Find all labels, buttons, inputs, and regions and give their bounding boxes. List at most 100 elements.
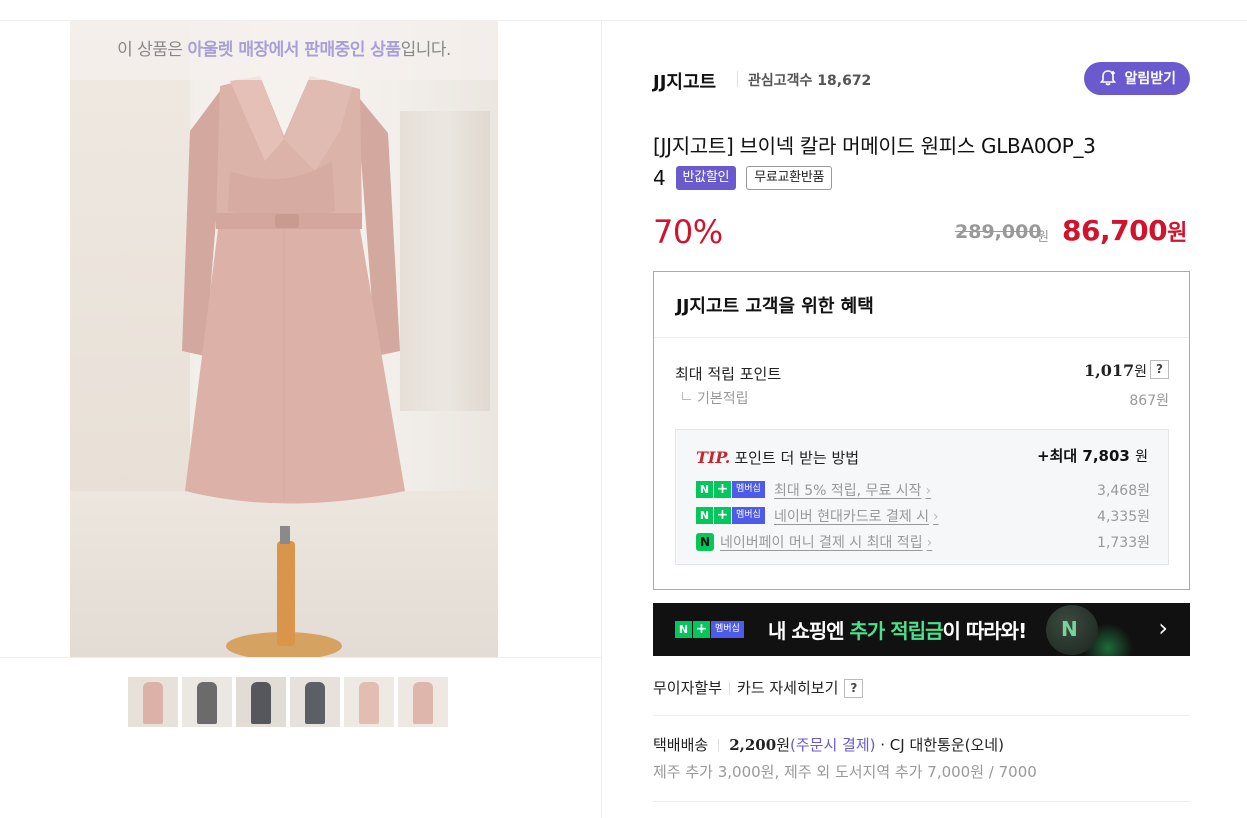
points-help-icon[interactable]: ? (1150, 360, 1169, 379)
card-details-link[interactable]: 카드 자세히보기 (737, 679, 838, 697)
notice-text-pre: 이 상품은 (117, 40, 188, 60)
benefit-heading: JJ지고트 고객을 위한 혜택 (654, 272, 1189, 338)
bell-plus-icon (1100, 70, 1117, 86)
tip-row-amount: 4,335원 (1097, 509, 1150, 525)
chevron-right-icon: › (1158, 614, 1168, 642)
notice-highlight: 아울렛 매장에서 판매중인 상품 (187, 40, 401, 60)
base-points-value: 867원 (1129, 393, 1169, 409)
shipping-carrier: · CJ 대한통운(오네) (875, 736, 1004, 754)
shipping-label: 택배배송 (653, 736, 709, 754)
coin-mark: N (1061, 617, 1078, 641)
thumbnail[interactable] (290, 677, 340, 727)
plus-mark: + (714, 481, 731, 498)
tip-row-naverpay[interactable]: N 네이버페이 머니 결제 시 최대 적립 › 1,733원 (696, 532, 1150, 552)
naver-pay-icon: N (696, 533, 714, 551)
shipping-fee-unit: 원 (776, 736, 790, 754)
plus-mark: + (693, 621, 710, 638)
installment-divider (653, 715, 1190, 716)
tip-row-text[interactable]: 네이버 현대카드로 결제 시 › (774, 506, 939, 526)
base-points-text: 기본적립 (697, 391, 749, 407)
thumbnail-dress (413, 682, 433, 724)
tip-row-label: 최대 5% 적립, 무료 시작 (774, 483, 922, 499)
plus-mark: + (714, 507, 731, 524)
shipping-separator (718, 739, 720, 752)
notify-label: 알림받기 (1124, 70, 1176, 86)
base-points-label: 기본적립 (682, 388, 749, 408)
column-divider (601, 20, 602, 818)
product-title: [JJ지고트] 브이넥 칼라 머메이드 원피스 GLBA0OP_3 4 반값할인… (653, 130, 1193, 194)
discount-rate: 70% (653, 213, 723, 251)
sale-price: 86,700원 (1062, 214, 1187, 247)
shipping-extra-fee: 제주 추가 3,000원, 제주 외 도서지역 추가 7,000원 / 7000 (653, 763, 1037, 781)
shipping-row: 택배배송 2,200원(주문시 결제) · CJ 대한통운(오네) (653, 734, 1004, 755)
thumbnail-dress (197, 682, 217, 724)
tip-row-amount: 1,733원 (1097, 535, 1150, 551)
card-help-icon[interactable]: ? (844, 679, 864, 698)
membership-mark: 멤버십 (732, 507, 765, 524)
outlet-notice: 이 상품은 아울렛 매장에서 판매중인 상품입니다. (70, 21, 498, 80)
chevron-right-icon: › (933, 509, 939, 525)
banner-text: 내 쇼핑엔 추가 적립금이 따라와! (768, 615, 1028, 644)
thumbnail-strip (128, 677, 448, 727)
chevron-right-icon: › (926, 535, 933, 551)
max-points-value: 1,017원 (1084, 361, 1147, 381)
membership-mark: 멤버십 (711, 621, 744, 638)
banner-text-pre: 내 쇼핑엔 (768, 619, 850, 643)
tip-row-text[interactable]: 네이버페이 머니 결제 시 최대 적립 › (720, 532, 932, 552)
installment-label: 무이자할부 (653, 679, 723, 697)
naver-coin-icon: N (1046, 605, 1098, 655)
tip-row-hyundai-card[interactable]: N + 멤버십 네이버 현대카드로 결제 시 › 4,335원 (696, 506, 1150, 526)
thumbnail-dress (143, 682, 163, 724)
shipping-divider (653, 801, 1190, 802)
notify-button[interactable]: 알림받기 (1084, 62, 1190, 95)
tip-row-membership[interactable]: N + 멤버십 최대 5% 적립, 무료 시작 › 3,468원 (696, 480, 1150, 500)
naver-n-mark: N (696, 507, 713, 524)
free-return-badge: 무료교환반품 (746, 165, 833, 190)
tip-heading-text: 포인트 더 받는 방법 (734, 449, 860, 467)
banner-text-highlight: 추가 적립금 (849, 619, 944, 643)
product-page: 이 상품은 아울렛 매장에서 판매중인 상품입니다. JJ지고트 관심고객수 1… (0, 0, 1247, 818)
naver-plus-membership-icon: N + 멤버십 (675, 621, 744, 638)
naver-plus-membership-icon: N + 멤버십 (696, 507, 765, 524)
thumbnail[interactable] (236, 677, 286, 727)
thumbnail[interactable] (398, 677, 448, 727)
benefit-box: JJ지고트 고객을 위한 혜택 최대 적립 포인트 1,017원 ? 기본적립 … (653, 271, 1190, 590)
product-title-tail: 4 (653, 166, 666, 190)
chevron-right-icon: › (925, 483, 932, 499)
tip-row-text[interactable]: 최대 5% 적립, 무료 시작 › (774, 480, 931, 500)
notice-text-post: 입니다. (400, 40, 452, 60)
naver-n-mark: N (675, 621, 692, 638)
tip-heading: TIP. 포인트 더 받는 방법 (696, 447, 859, 468)
dress-illustration (182, 76, 405, 657)
store-row: JJ지고트 관심고객수 18,672 알림받기 (653, 62, 1190, 96)
tip-row-amount: 3,468원 (1097, 483, 1150, 499)
store-name[interactable]: JJ지고트 (653, 68, 716, 94)
max-points-unit: 원 (1134, 364, 1147, 380)
tip-row-label: 네이버 현대카드로 결제 시 (774, 509, 930, 525)
product-title-text: [JJ지고트] 브이넥 칼라 머메이드 원피스 GLBA0OP_3 (653, 134, 1096, 158)
naver-plus-membership-icon: N + 멤버십 (696, 481, 765, 498)
shipping-payment-note: (주문시 결제) (790, 736, 876, 754)
membership-banner[interactable]: N + 멤버십 내 쇼핑엔 추가 적립금이 따라와! N › (653, 603, 1190, 656)
thumbnail[interactable] (182, 677, 232, 727)
tip-max-unit: 원 (1135, 449, 1148, 465)
tip-max-points: +최대 7,803 원 (1037, 445, 1148, 466)
thumbnail[interactable] (128, 677, 178, 727)
banner-text-post: 이 따라와! (942, 619, 1028, 643)
thumbnail-dress (305, 682, 325, 724)
tip-max-value: +최대 7,803 (1037, 447, 1130, 465)
sale-price-value: 86,700 (1062, 214, 1168, 247)
shipping-fee: 2,200 (729, 736, 777, 754)
tree-elbow-icon (682, 392, 691, 400)
membership-mark: 멤버십 (732, 481, 765, 498)
thumbnail[interactable] (344, 677, 394, 727)
max-points-number: 1,017 (1084, 361, 1135, 380)
sale-price-unit: 원 (1167, 221, 1187, 246)
follower-count: 관심고객수 18,672 (748, 73, 872, 89)
original-price-unit: 원 (1037, 230, 1049, 245)
tip-word: TIP. (696, 448, 731, 467)
tip-box: TIP. 포인트 더 받는 방법 +최대 7,803 원 N + 멤버십 최대 5% … (675, 429, 1169, 565)
tip-row-label: 네이버페이 머니 결제 시 최대 적립 (720, 535, 923, 551)
main-product-image[interactable] (70, 21, 498, 657)
image-bottom-divider (0, 657, 601, 658)
